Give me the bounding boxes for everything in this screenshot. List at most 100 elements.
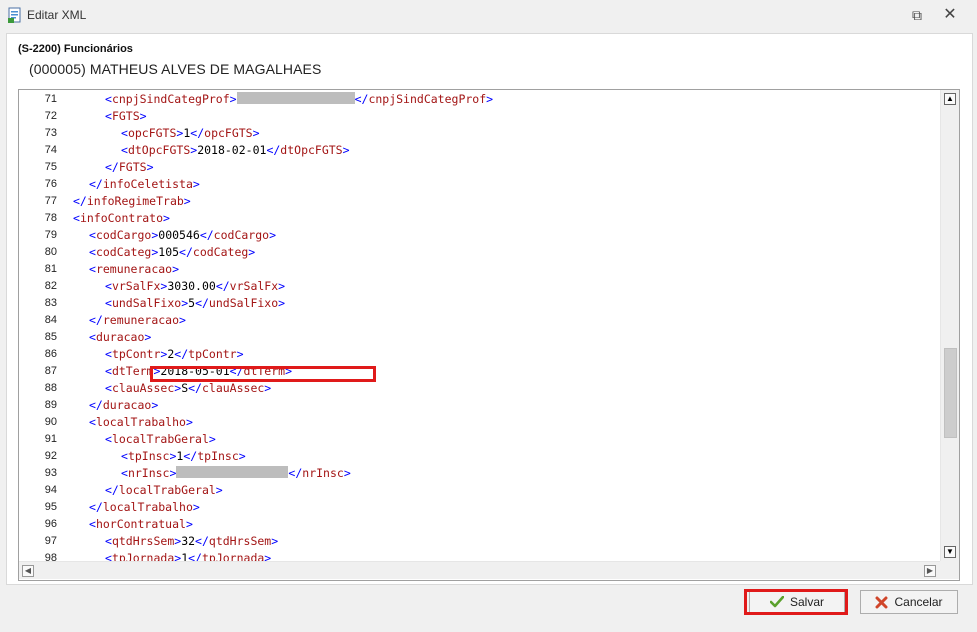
xml-line-content[interactable]: </infoCeletista> — [89, 176, 200, 193]
xml-line[interactable]: 75 </FGTS> — [19, 159, 940, 176]
xml-line[interactable]: 92 <tpInsc>1</tpInsc> — [19, 448, 940, 465]
scroll-right-icon[interactable]: ▶ — [924, 565, 936, 577]
redacted-value — [236, 92, 355, 104]
xml-line[interactable]: 79 <codCargo>000546</codCargo> — [19, 227, 940, 244]
xml-line[interactable]: 88 <clauAssec>S</clauAssec> — [19, 380, 940, 397]
xml-tag-name: localTrabalho — [95, 415, 186, 429]
xml-bracket: </ — [89, 177, 103, 191]
scroll-down-icon[interactable]: ▼ — [944, 546, 956, 558]
xml-bracket: < — [89, 228, 96, 242]
xml-bracket: > — [486, 92, 494, 106]
xml-line[interactable]: 83 <undSalFixo>5</undSalFixo> — [19, 295, 940, 312]
vertical-scrollbar[interactable]: ▲ ▼ — [940, 90, 959, 561]
xml-line-content[interactable]: <tpInsc>1</tpInsc> — [121, 448, 246, 465]
xml-tag-name: localTrabGeral — [118, 483, 216, 497]
xml-line-content[interactable]: <infoContrato> — [73, 210, 170, 227]
xml-code-area[interactable]: 71 <cnpjSindCategProf> </cnpjSindCategProf… — [19, 90, 940, 561]
xml-line-content[interactable]: </remuneracao> — [89, 312, 186, 329]
xml-line[interactable]: 77 </infoRegimeTrab> — [19, 193, 940, 210]
xml-line[interactable]: 76 </infoCeletista> — [19, 176, 940, 193]
xml-line-content[interactable]: <FGTS> — [105, 108, 147, 125]
xml-line-content[interactable]: <duracao> — [89, 329, 151, 346]
xml-bracket: > — [343, 466, 351, 480]
xml-line[interactable]: 71 <cnpjSindCategProf> </cnpjSindCategProf… — [19, 91, 940, 108]
xml-line-content[interactable]: <remuneracao> — [89, 261, 179, 278]
horizontal-scrollbar[interactable]: ◀ ▶ — [19, 561, 940, 579]
xml-line-content[interactable]: <opcFGTS>1</opcFGTS> — [121, 125, 260, 142]
xml-value: 2018-02-01 — [197, 143, 267, 157]
xml-line-content[interactable]: </infoRegimeTrab> — [73, 193, 191, 210]
line-number: 77 — [44, 195, 57, 207]
xml-value: 3030.00 — [167, 279, 216, 293]
scroll-up-icon[interactable]: ▲ — [944, 93, 956, 105]
xml-value: 105 — [158, 245, 180, 259]
xml-line-content[interactable]: <horContratual> — [89, 516, 193, 533]
xml-bracket: < — [105, 364, 112, 378]
xml-line[interactable]: 91 <localTrabGeral> — [19, 431, 940, 448]
xml-line[interactable]: 87 <dtTerm>2018-05-01</dtTerm> — [19, 363, 940, 380]
xml-line-content[interactable]: <dtOpcFGTS>2018-02-01</dtOpcFGTS> — [121, 142, 350, 159]
xml-tag-name: tpJornada — [201, 551, 265, 561]
xml-line-content[interactable]: <codCateg>105</codCateg> — [89, 244, 255, 261]
xml-line[interactable]: 73 <opcFGTS>1</opcFGTS> — [19, 125, 940, 142]
xml-line[interactable]: 85 <duracao> — [19, 329, 940, 346]
xml-line[interactable]: 93 <nrInsc> </nrInsc> — [19, 465, 940, 482]
xml-line-content[interactable]: <tpContr>2</tpContr> — [105, 346, 244, 363]
xml-bracket: </ — [183, 449, 198, 463]
xml-tag-name: opcFGTS — [204, 126, 253, 140]
xml-bracket: > — [278, 279, 286, 293]
xml-line[interactable]: 96 <horContratual> — [19, 516, 940, 533]
xml-line[interactable]: 89 </duracao> — [19, 397, 940, 414]
scroll-left-icon[interactable]: ◀ — [22, 565, 34, 577]
xml-line-content[interactable]: <dtTerm>2018-05-01</dtTerm> — [105, 363, 292, 380]
xml-line[interactable]: 94 </localTrabGeral> — [19, 482, 940, 499]
save-button[interactable]: Salvar — [749, 590, 845, 614]
xml-line[interactable]: 84 </remuneracao> — [19, 312, 940, 329]
xml-line-content[interactable]: <vrSalFx>3030.00</vrSalFx> — [105, 278, 285, 295]
cancel-button[interactable]: Cancelar — [860, 590, 958, 614]
xml-editor[interactable]: 71 <cnpjSindCategProf> </cnpjSindCategProf… — [18, 89, 960, 581]
xml-line[interactable]: 78 <infoContrato> — [19, 210, 940, 227]
close-icon[interactable]: ✕ — [942, 7, 958, 23]
xml-line-content[interactable]: <localTrabGeral> — [105, 431, 216, 448]
xml-bracket: </ — [215, 279, 230, 293]
xml-line[interactable]: 95 </localTrabalho> — [19, 499, 940, 516]
xml-line-content[interactable]: <codCargo>000546</codCargo> — [89, 227, 276, 244]
xml-line-content[interactable]: <cnpjSindCategProf> </cnpjSindCategProf> — [105, 91, 493, 108]
xml-line[interactable]: 82 <vrSalFx>3030.00</vrSalFx> — [19, 278, 940, 295]
line-number: 83 — [44, 297, 57, 309]
xml-tag-name: tpInsc — [127, 449, 170, 463]
xml-line-content[interactable]: <undSalFixo>5</undSalFixo> — [105, 295, 285, 312]
xml-line-content[interactable]: <clauAssec>S</clauAssec> — [105, 380, 271, 397]
line-number: 96 — [44, 518, 57, 530]
vertical-scroll-thumb[interactable] — [944, 348, 957, 438]
xml-line[interactable]: 90 <localTrabalho> — [19, 414, 940, 431]
xml-tag-name: localTrabalho — [102, 500, 193, 514]
xml-tag-name: undSalFixo — [208, 296, 279, 310]
xml-tag-name: tpContr — [188, 347, 237, 361]
xml-line-content[interactable]: <localTrabalho> — [89, 414, 193, 431]
xml-tag-name: localTrabGeral — [111, 432, 209, 446]
xml-bracket: > — [146, 160, 154, 174]
xml-tag-name: duracao — [102, 398, 152, 412]
xml-line[interactable]: 72 <FGTS> — [19, 108, 940, 125]
xml-line[interactable]: 97 <qtdHrsSem>32</qtdHrsSem> — [19, 533, 940, 550]
xml-line-content[interactable]: </FGTS> — [105, 159, 154, 176]
xml-line[interactable]: 81 <remuneracao> — [19, 261, 940, 278]
xml-line-content[interactable]: <nrInsc> </nrInsc> — [121, 465, 351, 482]
xml-bracket: > — [271, 534, 279, 548]
xml-bracket: > — [144, 330, 152, 344]
xml-line[interactable]: 74 <dtOpcFGTS>2018-02-01</dtOpcFGTS> — [19, 142, 940, 159]
restore-icon[interactable]: ⧉ — [909, 7, 925, 23]
cancel-button-label: Cancelar — [894, 595, 943, 609]
xml-line[interactable]: 86 <tpContr>2</tpContr> — [19, 346, 940, 363]
line-number: 74 — [44, 144, 57, 156]
xml-line-content[interactable]: </duracao> — [89, 397, 158, 414]
xml-line[interactable]: 80 <codCateg>105</codCateg> — [19, 244, 940, 261]
xml-tag-name: dtTerm — [243, 364, 286, 378]
xml-line-content[interactable]: </localTrabGeral> — [105, 482, 223, 499]
xml-line-content[interactable]: </localTrabalho> — [89, 499, 200, 516]
xml-line-content[interactable]: <tpJornada>1</tpJornada> — [105, 550, 271, 561]
xml-line-content[interactable]: <qtdHrsSem>32</qtdHrsSem> — [105, 533, 278, 550]
xml-line[interactable]: 98 <tpJornada>1</tpJornada> — [19, 550, 940, 561]
